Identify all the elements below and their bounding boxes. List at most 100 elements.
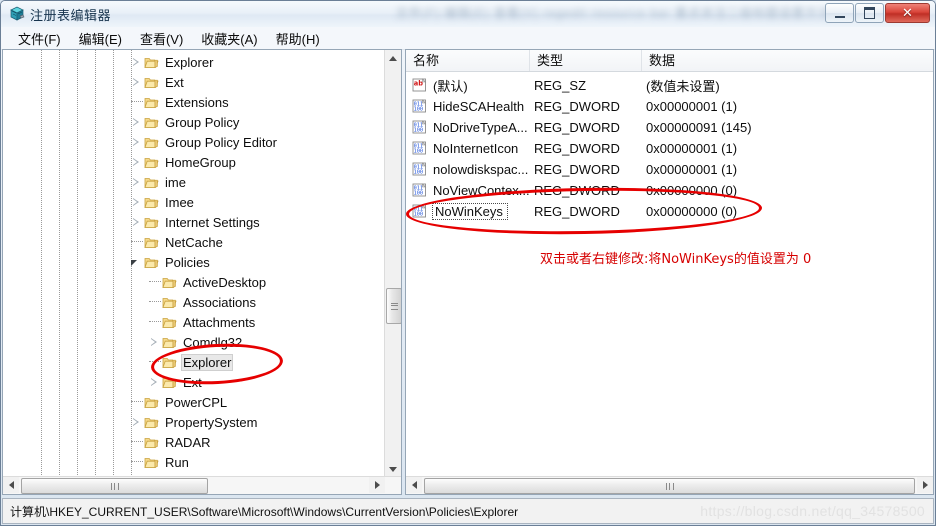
chevron-right-icon[interactable]	[149, 377, 160, 388]
tree-item-extensions[interactable]: Extensions	[131, 92, 231, 112]
menu-view[interactable]: 查看(V)	[131, 27, 192, 50]
tree-item-radar[interactable]: RADAR	[131, 432, 213, 452]
menu-file[interactable]: 文件(F)	[9, 27, 70, 50]
column-header-name[interactable]: 名称	[406, 50, 530, 71]
value-type: REG_SZ	[534, 78, 587, 93]
folder-icon	[144, 216, 159, 229]
folder-icon	[144, 416, 159, 429]
tree-item-ext[interactable]: Ext	[131, 72, 186, 92]
menu-bar: 文件(F) 编辑(E) 查看(V) 收藏夹(A) 帮助(H)	[1, 27, 935, 50]
list-row[interactable]: 011 100 HideSCAHealth REG_DWORD 0x00000001 (…	[406, 96, 933, 117]
tree-item-attachments[interactable]: Attachments	[149, 312, 257, 332]
chevron-right-icon[interactable]	[131, 157, 142, 168]
folder-icon	[144, 196, 159, 209]
tree-item-netcache[interactable]: NetCache	[131, 232, 225, 252]
list-horizontal-scrollbar[interactable]	[406, 476, 933, 494]
tree-connector-line	[149, 361, 161, 363]
tree-hscroll-right-icon[interactable]	[369, 477, 385, 493]
tree-item-explorer[interactable]: Explorer	[131, 52, 215, 72]
tree-item-group-policy[interactable]: Group Policy	[131, 112, 241, 132]
value-type: REG_DWORD	[534, 162, 620, 177]
tree-item-ext[interactable]: Ext	[149, 372, 204, 392]
value-name: NoViewContex...	[433, 183, 530, 198]
tree-vertical-scrollbar[interactable]	[384, 50, 401, 477]
menu-favorites[interactable]: 收藏夹(A)	[192, 27, 266, 50]
tree-item-policies[interactable]: Policies	[131, 252, 212, 272]
tree-connector-line	[131, 241, 143, 243]
chevron-right-icon[interactable]	[131, 137, 142, 148]
registry-values-list[interactable]: ab (默认) REG_SZ (数值未设置) 011 100 HideSCAHealth RE…	[406, 72, 933, 477]
chevron-right-icon[interactable]	[149, 337, 160, 348]
window-controls: ✕	[825, 3, 930, 24]
folder-icon	[144, 436, 159, 449]
list-row[interactable]: 011 100 NoWinKeys REG_DWORD 0x00000000 (0)	[406, 201, 933, 222]
tree-hscroll-left-icon[interactable]	[3, 477, 19, 493]
annotation-text: 双击或者右键修改:将NoWinKeys的值设置为 0	[540, 252, 812, 267]
tree-item-label: ime	[165, 174, 186, 190]
tree-item-comdlg32[interactable]: Comdlg32	[149, 332, 244, 352]
chevron-down-icon[interactable]	[131, 257, 142, 268]
tree-item-explorer[interactable]: Explorer	[149, 352, 234, 372]
folder-icon	[144, 396, 159, 409]
tree-scroll-thumb[interactable]	[386, 288, 401, 324]
tree-item-label: Group Policy Editor	[165, 134, 277, 150]
svg-text:100: 100	[414, 148, 423, 154]
tree-scroll-up-icon[interactable]	[385, 50, 401, 66]
tree-guide-line	[59, 50, 60, 477]
tree-item-group-policy-editor[interactable]: Group Policy Editor	[131, 132, 279, 152]
tree-item-propertysystem[interactable]: PropertySystem	[131, 412, 259, 432]
tree-item-label: Associations	[183, 294, 256, 310]
value-data: 0x00000091 (145)	[646, 120, 752, 135]
tree-hscroll-thumb[interactable]	[21, 478, 208, 494]
tree-horizontal-scrollbar[interactable]	[3, 476, 401, 494]
list-row[interactable]: 011 100 NoViewContex... REG_DWORD 0x00000000…	[406, 180, 933, 201]
content-panes: Explorer Ext Extensions Group Policy Group P…	[1, 49, 935, 495]
tree-item-activedesktop[interactable]: ActiveDesktop	[149, 272, 268, 292]
tree-scroll-down-icon[interactable]	[385, 461, 401, 477]
list-row[interactable]: 011 100 NoInternetIcon REG_DWORD 0x00000001 …	[406, 138, 933, 159]
string-value-icon: ab	[412, 78, 428, 93]
list-row[interactable]: 011 100 NoDriveTypeA... REG_DWORD 0x00000091…	[406, 117, 933, 138]
list-row[interactable]: ab (默认) REG_SZ (数值未设置)	[406, 75, 933, 96]
chevron-right-icon[interactable]	[131, 77, 142, 88]
tree-item-powercpl[interactable]: PowerCPL	[131, 392, 229, 412]
dword-value-icon: 011 100	[412, 120, 428, 135]
maximize-button[interactable]	[855, 3, 884, 23]
list-hscroll-left-icon[interactable]	[406, 477, 422, 493]
chevron-right-icon[interactable]	[131, 197, 142, 208]
chevron-right-icon[interactable]	[131, 57, 142, 68]
status-bar: 计算机\HKEY_CURRENT_USER\Software\Microsoft…	[2, 498, 934, 524]
list-row[interactable]: 011 100 nolowdiskspac... REG_DWORD 0x0000000…	[406, 159, 933, 180]
list-hscroll-thumb[interactable]	[424, 478, 915, 494]
value-data: (数值未设置)	[646, 79, 720, 94]
value-name: NoInternetIcon	[433, 141, 519, 156]
registry-path-text: 计算机\HKEY_CURRENT_USER\Software\Microsoft…	[10, 504, 519, 519]
menu-help[interactable]: 帮助(H)	[267, 27, 329, 50]
close-button[interactable]: ✕	[885, 3, 930, 23]
list-hscroll-right-icon[interactable]	[917, 477, 933, 493]
chevron-right-icon[interactable]	[131, 217, 142, 228]
folder-icon	[144, 136, 159, 149]
title-bar: 注册表编辑器 文件(F) 编辑(E) 查看(V) regedit resourc…	[1, 1, 935, 27]
chevron-right-icon[interactable]	[131, 117, 142, 128]
svg-text:100: 100	[414, 190, 423, 196]
folder-icon	[144, 96, 159, 109]
folder-icon	[144, 116, 159, 129]
svg-text:100: 100	[414, 106, 423, 112]
chevron-right-icon[interactable]	[131, 417, 142, 428]
tree-item-associations[interactable]: Associations	[149, 292, 258, 312]
tree-item-imee[interactable]: Imee	[131, 192, 196, 212]
chevron-right-icon[interactable]	[131, 177, 142, 188]
column-header-type[interactable]: 类型	[530, 50, 642, 71]
tree-item-run[interactable]: Run	[131, 452, 191, 472]
tree-item-ime[interactable]: ime	[131, 172, 188, 192]
tree-item-homegroup[interactable]: HomeGroup	[131, 152, 238, 172]
registry-tree[interactable]: Explorer Ext Extensions Group Policy Group P…	[3, 50, 385, 477]
tree-item-internet-settings[interactable]: Internet Settings	[131, 212, 262, 232]
dword-value-icon: 011 100	[412, 204, 428, 219]
column-header-data[interactable]: 数据	[642, 50, 933, 71]
minimize-button[interactable]	[825, 3, 854, 23]
folder-icon	[144, 456, 159, 469]
tree-connector-line	[131, 401, 143, 403]
menu-edit[interactable]: 编辑(E)	[70, 27, 131, 50]
